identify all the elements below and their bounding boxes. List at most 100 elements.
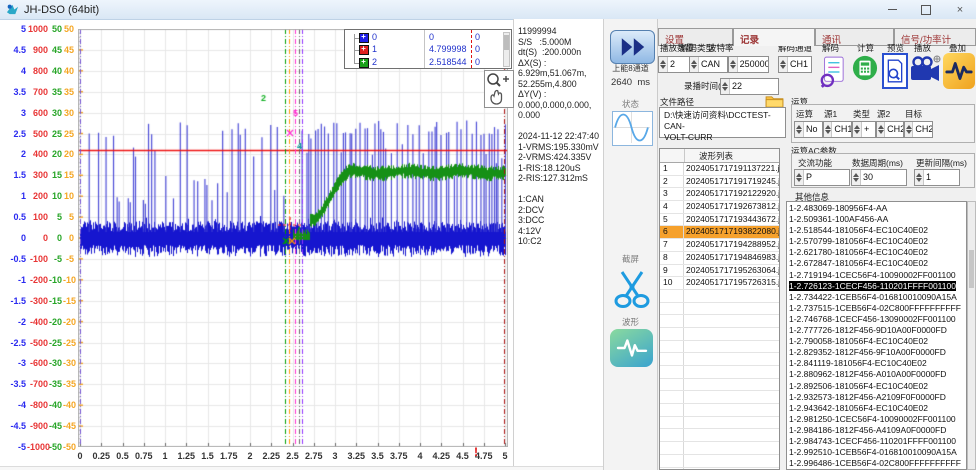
spinner-down-icon[interactable] — [853, 178, 859, 182]
spinner-arrows-icon[interactable] — [877, 122, 885, 137]
list-item[interactable]: 1-2.518544-181056F4-EC10C40E02 — [787, 225, 966, 236]
spinner-up-icon[interactable] — [825, 125, 831, 129]
decode-icon[interactable] — [818, 53, 846, 91]
list-item[interactable]: 1-2.984743-1CECF456-110201FFFF001100 — [787, 436, 966, 447]
list-item[interactable]: 1-2.734422-1CEB56F4-016810010090A15A — [787, 292, 966, 303]
spinner-up-icon[interactable] — [796, 173, 802, 177]
table-row[interactable]: 22024051717191719245.j — [660, 176, 779, 189]
list-item[interactable]: 1-2.932573-1812F456-A2109F0F0000FD — [787, 392, 966, 403]
tab-record[interactable]: 记录 — [733, 28, 815, 46]
spinner-up-icon[interactable] — [722, 82, 728, 86]
plot-legend[interactable]: 00014.799998022.5185440 — [344, 29, 512, 69]
legend-row[interactable]: 14.7999980 — [345, 44, 511, 56]
record-time-spinner[interactable]: 22 — [720, 78, 779, 95]
table-row[interactable]: 42024051717192673812.j — [660, 201, 779, 214]
table-row[interactable]: 102024051717195726315.j — [660, 277, 779, 290]
list-item[interactable]: 1-2.996486-1CEB56F4-02C800FFFFFFFFFF — [787, 458, 966, 469]
spinner-up-icon[interactable] — [796, 125, 802, 129]
list-item[interactable]: 1-2.621780-181056F4-EC10C40E02 — [787, 247, 966, 258]
spinner-arrows-icon[interactable] — [853, 122, 862, 137]
spinner-up-icon[interactable] — [853, 173, 859, 177]
list-item[interactable]: 1-2.737515-1CEB56F4-02C800FFFFFFFFFF — [787, 303, 966, 314]
calculator-icon[interactable] — [852, 53, 878, 83]
minimize-icon[interactable] — [886, 4, 898, 16]
table-row[interactable]: 62024051717193822080.j — [660, 226, 779, 239]
list-item[interactable]: 1-2.981250-1CEC56F4-10090002FF001100 — [787, 414, 966, 425]
spinner-arrows-icon[interactable] — [915, 170, 924, 185]
spinner-up-icon[interactable] — [854, 125, 860, 129]
list-item[interactable]: 1-2.570799-181056F4-EC10C40E02 — [787, 236, 966, 247]
oscilloscope-plot[interactable] — [78, 29, 508, 447]
baud-rate-spinner[interactable]: 250000 — [728, 56, 769, 73]
decode-channel-spinner[interactable]: CH1 — [778, 56, 812, 73]
spinner-down-icon[interactable] — [854, 130, 860, 134]
spinner-arrows-icon[interactable] — [905, 122, 913, 137]
table-row[interactable]: 32024051717192122920.j — [660, 188, 779, 201]
table-row[interactable]: 12024051717191137221.j — [660, 163, 779, 176]
spinner-up-icon[interactable] — [916, 173, 922, 177]
spinner-down-icon[interactable] — [906, 130, 912, 134]
spinner-arrows-icon[interactable] — [795, 122, 804, 137]
list-item[interactable]: 1-2.777726-1812F456-9D10A00F0000FD — [787, 325, 966, 336]
ac-field-spinner[interactable]: P — [794, 169, 850, 186]
play-count-spinner[interactable]: 2 — [658, 56, 690, 73]
spinner-down-icon[interactable] — [878, 130, 884, 134]
file-path-field[interactable]: D:\快速访问资料\DCCTEST-CAN- VOLT-CURR — [659, 107, 786, 138]
operation-field-spinner[interactable]: + — [852, 121, 876, 138]
list-item[interactable]: 1-2.746768-1CECF456-13090002FF001100 — [787, 314, 966, 325]
spinner-arrows-icon[interactable] — [690, 57, 699, 72]
spinner-arrows-icon[interactable] — [795, 170, 804, 185]
spinner-down-icon[interactable] — [796, 178, 802, 182]
spinner-arrows-icon[interactable] — [824, 122, 832, 137]
operation-field-spinner[interactable]: CH2 — [876, 121, 904, 138]
list-item[interactable]: 1-2.790058-181056F4-EC10C40E02 — [787, 336, 966, 347]
spinner-arrows-icon[interactable] — [779, 57, 788, 72]
list-item[interactable]: 1-2.829352-1812F456-9F10A00F0000FD — [787, 347, 966, 358]
ac-field-spinner[interactable]: 30 — [851, 169, 907, 186]
spinner-up-icon[interactable] — [730, 60, 736, 64]
preview-icon[interactable] — [882, 53, 908, 89]
spinner-down-icon[interactable] — [691, 65, 697, 69]
spinner-down-icon[interactable] — [916, 178, 922, 182]
spinner-arrows-icon[interactable] — [852, 170, 861, 185]
spinner-down-icon[interactable] — [796, 130, 802, 134]
list-item[interactable]: 1-2.726123-1CECF456-110201FFFF001100 — [787, 281, 966, 292]
list-item[interactable]: 1-2.984186-1812F456-A4109A0F0000FD — [787, 425, 966, 436]
screenshot-scissors-button[interactable] — [612, 266, 652, 310]
list-item[interactable]: 1-2.880962-1812F456-A010A00F0000FD — [787, 369, 966, 380]
list-item[interactable]: 1-2.892506-181056F4-EC10C40E02 — [787, 381, 966, 392]
spinner-down-icon[interactable] — [730, 65, 736, 69]
decode-type-spinner[interactable]: CAN — [689, 56, 728, 73]
other-info-scrollbar[interactable] — [967, 201, 976, 470]
operation-field-spinner[interactable]: No — [794, 121, 823, 138]
list-item[interactable]: 1-2.483069-180956F4-AA — [787, 203, 966, 214]
list-item[interactable]: 1-2.992510-1CEB56F4-016810010090A15A — [787, 447, 966, 458]
spinner-down-icon[interactable] — [825, 130, 831, 134]
table-row[interactable]: 82024051717194846983.j — [660, 252, 779, 265]
table-row[interactable]: 72024051717194288952.j — [660, 239, 779, 252]
list-item[interactable]: 1-2.841119-181056F4-EC10C40E02 — [787, 358, 966, 369]
spinner-up-icon[interactable] — [878, 125, 884, 129]
table-row[interactable]: 92024051717195263064.j — [660, 265, 779, 278]
list-item[interactable]: 1-2.509361-100AF456-AA — [787, 214, 966, 225]
maximize-icon[interactable] — [920, 4, 932, 16]
spinner-arrows-icon[interactable] — [721, 79, 730, 94]
legend-row[interactable]: 000 — [345, 32, 511, 44]
spinner-arrows-icon[interactable] — [659, 57, 668, 72]
waveform-button[interactable] — [610, 329, 653, 367]
list-item[interactable]: 1-2.719194-1CEC56F4-10090002FF001100 — [787, 270, 966, 281]
operation-field-spinner[interactable]: CH1 — [823, 121, 852, 138]
list-item-selected[interactable]: 1-2.726123-1CECF456-110201FFFF001100 — [789, 281, 956, 291]
spinner-down-icon[interactable] — [660, 65, 666, 69]
legend-row[interactable]: 22.5185440 — [345, 57, 511, 69]
fast-forward-button[interactable] — [610, 30, 655, 64]
camera-icon[interactable] — [908, 53, 942, 85]
overlay-icon[interactable] — [943, 53, 975, 89]
spinner-down-icon[interactable] — [722, 87, 728, 91]
spinner-up-icon[interactable] — [906, 125, 912, 129]
other-info-scrollbar-thumb[interactable] — [969, 250, 974, 288]
spinner-down-icon[interactable] — [780, 65, 786, 69]
operation-field-spinner[interactable]: CH2 — [904, 121, 933, 138]
spinner-arrows-icon[interactable] — [729, 57, 738, 72]
plot-zoom-controls[interactable] — [484, 70, 514, 108]
